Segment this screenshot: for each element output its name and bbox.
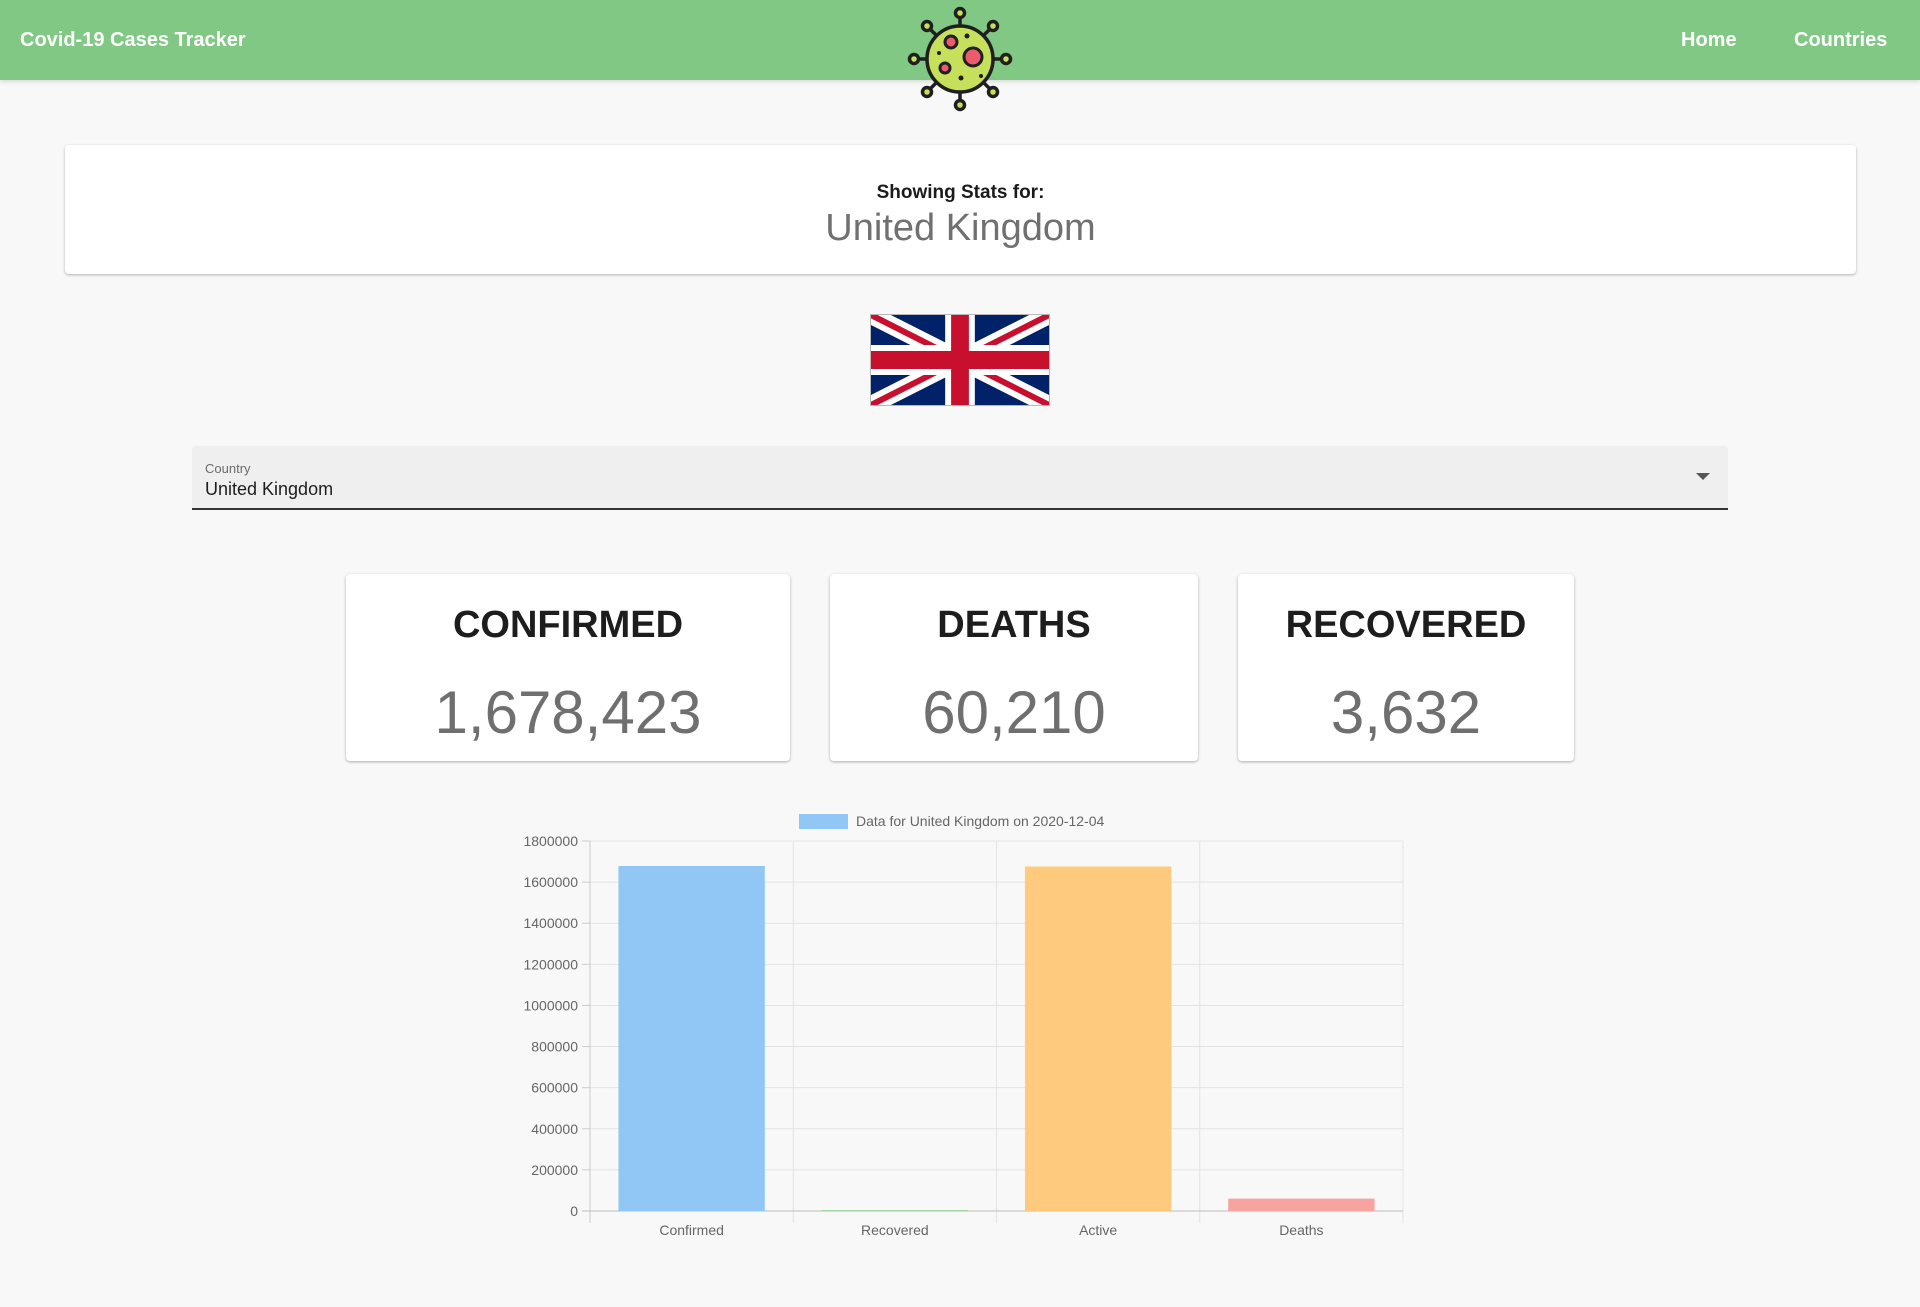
x-tick-label: Recovered: [861, 1222, 929, 1238]
country-select-value[interactable]: United Kingdom: [205, 479, 333, 500]
nav-countries-link[interactable]: Countries: [1794, 0, 1887, 80]
bar-active[interactable]: [1024, 866, 1172, 1211]
recovered-value: 3,632: [1330, 679, 1482, 746]
x-tick-label: Active: [1079, 1222, 1117, 1238]
recovered-card: RECOVERED 3,632: [1238, 574, 1574, 761]
app-title[interactable]: Covid-19 Cases Tracker: [20, 0, 246, 80]
confirmed-title: CONFIRMED: [452, 604, 684, 646]
virus-icon: [907, 6, 1013, 112]
legend-swatch[interactable]: [799, 814, 848, 829]
y-tick-label: 1400000: [523, 915, 578, 931]
y-tick-label: 200000: [531, 1162, 578, 1178]
selected-country-title: United Kingdom: [825, 207, 1096, 249]
deaths-card: DEATHS 60,210: [830, 574, 1198, 761]
y-tick-label: 1800000: [523, 833, 578, 849]
nav-home-link[interactable]: Home: [1681, 0, 1737, 80]
y-tick-label: 0: [570, 1203, 578, 1219]
legend-label[interactable]: Data for United Kingdom on 2020-12-04: [856, 813, 1104, 829]
chart-canvas: Data for United Kingdom on 2020-12-04 18…: [523, 813, 1404, 1238]
y-tick-label: 600000: [531, 1080, 578, 1096]
stats-header-card: Showing Stats for: United Kingdom: [65, 145, 1856, 274]
uk-flag-icon: [870, 314, 1050, 406]
confirmed-card: CONFIRMED 1,678,423: [346, 574, 790, 761]
deaths-title: DEATHS: [937, 604, 1091, 646]
y-tick-label: 800000: [531, 1039, 578, 1055]
confirmed-value: 1,678,423: [434, 679, 702, 746]
showing-stats-label: Showing Stats for:: [876, 182, 1045, 203]
dropdown-arrow-icon[interactable]: [1696, 473, 1710, 480]
cases-bar-chart: Data for United Kingdom on 2020-12-04 18…: [500, 800, 1420, 1250]
bar-deaths[interactable]: [1228, 1198, 1375, 1211]
y-tick-label: 1200000: [523, 956, 578, 972]
x-tick-label: Confirmed: [659, 1222, 724, 1238]
bar-recovered[interactable]: [821, 1210, 969, 1211]
y-tick-label: 400000: [531, 1121, 578, 1137]
x-tick-label: Deaths: [1279, 1222, 1323, 1238]
deaths-value: 60,210: [922, 679, 1106, 746]
recovered-title: RECOVERED: [1285, 604, 1527, 646]
country-select-label: Country: [205, 461, 251, 476]
country-select[interactable]: Country United Kingdom: [192, 446, 1728, 510]
y-tick-label: 1000000: [523, 997, 578, 1013]
bar-confirmed[interactable]: [618, 865, 765, 1211]
y-tick-label: 1600000: [523, 874, 578, 890]
